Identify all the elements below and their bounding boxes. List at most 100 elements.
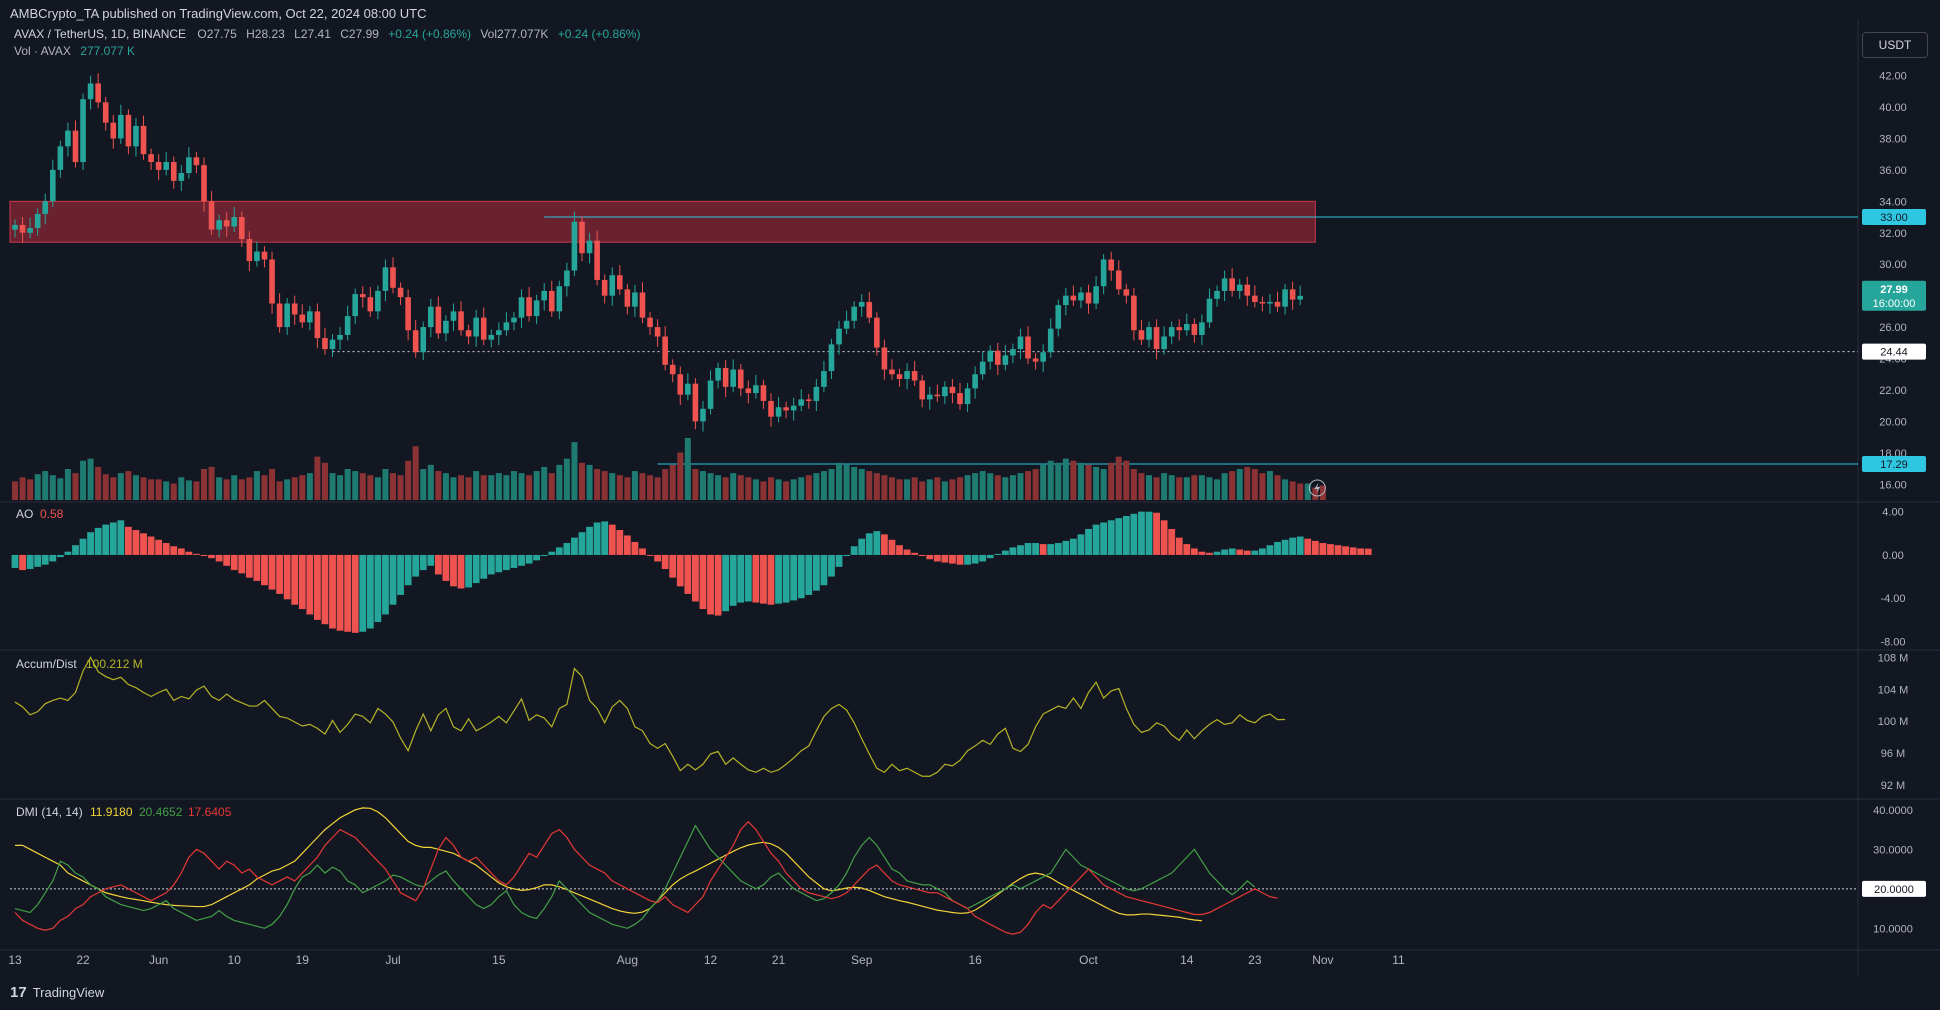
price-tick-label: 38.00 [1879, 133, 1907, 145]
price-label: 33.00 [1880, 212, 1908, 224]
candle-body [813, 386, 820, 401]
candle-body [1123, 289, 1130, 296]
candle-body [1115, 270, 1122, 290]
volume-bar [994, 475, 1001, 500]
volume-bar [193, 481, 200, 500]
ao-bar [805, 554, 813, 595]
volume-bar [510, 471, 517, 500]
candle-body [775, 407, 782, 417]
volume-bar [707, 473, 714, 500]
ao-bar [177, 548, 185, 555]
volume-bar [1100, 469, 1107, 500]
candle-body [1221, 278, 1228, 291]
volume-bar [405, 460, 412, 500]
dmi-title: DMI (14, 14) [16, 805, 83, 819]
candle-body [1176, 327, 1183, 331]
ao-bar [351, 554, 359, 633]
ao-bar [586, 526, 593, 555]
ao-bar [185, 551, 193, 555]
ao-bar [722, 554, 730, 612]
ao-bar [744, 554, 752, 602]
volume-bar [1168, 475, 1175, 500]
candle-body [579, 221, 585, 254]
ao-bar [760, 554, 767, 604]
ad-tick-label: 104 M [1878, 684, 1909, 696]
ao-bar [1138, 511, 1145, 555]
chart-area[interactable]: 42.0040.0038.0036.0034.0032.0030.0028.00… [0, 0, 1940, 1010]
candle-body [556, 286, 563, 312]
volume-bar [631, 471, 638, 500]
candle-body [1206, 298, 1213, 323]
ao-bar [298, 554, 306, 610]
volume-bar [420, 469, 427, 500]
ao-bar [631, 541, 639, 555]
candle-body [443, 320, 449, 334]
volume-bar [495, 473, 502, 500]
ao-bar [442, 554, 450, 581]
volume-bar [1002, 477, 1009, 500]
volume-bar [125, 471, 132, 500]
volume-bar [72, 473, 79, 500]
candle-body [254, 251, 260, 262]
volume-bar [1251, 469, 1258, 500]
candle-body [881, 347, 888, 370]
candle-body [322, 338, 328, 350]
candle-body [964, 388, 971, 405]
ao-bar [782, 554, 790, 603]
ao-bar [881, 534, 888, 555]
ao-bar [608, 524, 616, 555]
volume-bar [465, 477, 472, 500]
price-tick-label: 26.00 [1879, 322, 1907, 334]
volume-bar [904, 479, 911, 500]
candle-body [397, 287, 404, 298]
candle-body [450, 311, 457, 321]
candle-body [87, 83, 94, 100]
volume-bar [594, 469, 601, 500]
candle-body [1078, 292, 1084, 301]
candle-body [737, 369, 744, 389]
ad-tick-label: 92 M [1881, 780, 1905, 792]
volume-bar [1070, 460, 1077, 500]
dmi-threshold-label: 20.0000 [1874, 884, 1914, 896]
volume-bar [178, 477, 185, 500]
volume-bar [87, 458, 94, 500]
ao-title: AO [16, 507, 33, 521]
candle-body [753, 385, 759, 394]
candle-body [1297, 295, 1303, 300]
candle-body [488, 334, 495, 340]
ao-bar [1304, 538, 1312, 555]
ao-bar [1251, 550, 1259, 555]
candle-body [1244, 284, 1251, 296]
tradingview-footer[interactable]: 17 TradingView [10, 984, 104, 1001]
candle-body [836, 328, 842, 345]
ao-bar [306, 554, 314, 615]
candle-body [480, 317, 487, 340]
time-axis-label: 13 [8, 953, 22, 967]
volume-bar [488, 475, 495, 500]
volume-bar [722, 477, 729, 500]
volume-bar [888, 477, 895, 500]
volume-bar [117, 473, 124, 500]
ao-bar [707, 554, 714, 615]
candle-body [768, 400, 774, 417]
ao-bar [623, 535, 631, 555]
ao-bar [162, 543, 170, 555]
ao-bar [994, 553, 1002, 555]
volume-bar [427, 464, 434, 500]
volume-bar [1161, 473, 1168, 500]
ao-bar [125, 526, 132, 555]
volume-bar [1282, 479, 1289, 500]
candle-body [223, 220, 230, 227]
ao-bar [155, 539, 163, 555]
candle-body [102, 102, 109, 123]
time-axis-label: 10 [228, 953, 242, 967]
ao-bar [140, 533, 147, 555]
candle-body [1252, 295, 1258, 302]
candle-body [382, 267, 389, 291]
volume-bar [170, 483, 177, 500]
candle-body [193, 157, 200, 166]
ao-bar [1206, 552, 1213, 555]
volume-bar [246, 477, 253, 500]
ao-bar [1190, 548, 1198, 555]
candle-body [163, 162, 169, 170]
